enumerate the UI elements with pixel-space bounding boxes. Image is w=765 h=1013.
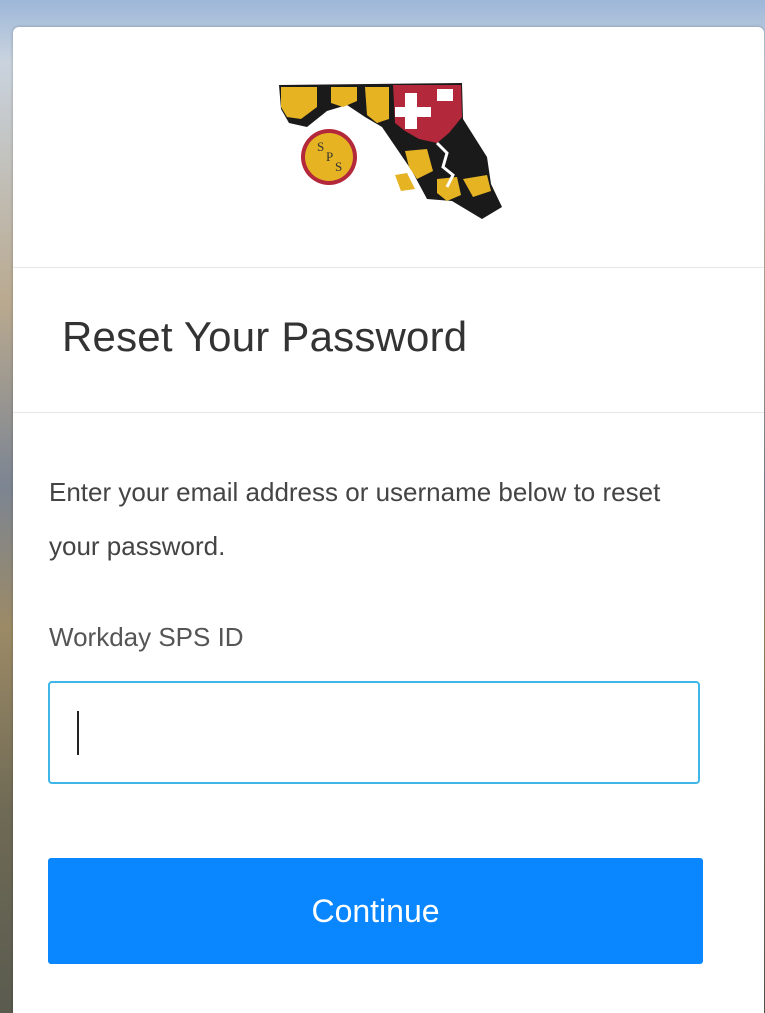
- workday-sps-id-input[interactable]: [48, 681, 700, 784]
- seal-letter-s1: S: [317, 139, 324, 154]
- page-title: Reset Your Password: [62, 313, 468, 360]
- maryland-sps-logo: S P S: [279, 83, 502, 219]
- instructions-text: Enter your email address or username bel…: [49, 477, 661, 561]
- title-header: Reset Your Password: [13, 268, 764, 413]
- workday-sps-id-label: Workday SPS ID: [49, 622, 244, 652]
- seal-letter-s2: S: [335, 159, 342, 174]
- continue-button[interactable]: Continue: [48, 858, 703, 964]
- seal-letter-p: P: [326, 149, 333, 164]
- text-cursor: [77, 711, 79, 755]
- logo-header: S P S: [13, 27, 764, 268]
